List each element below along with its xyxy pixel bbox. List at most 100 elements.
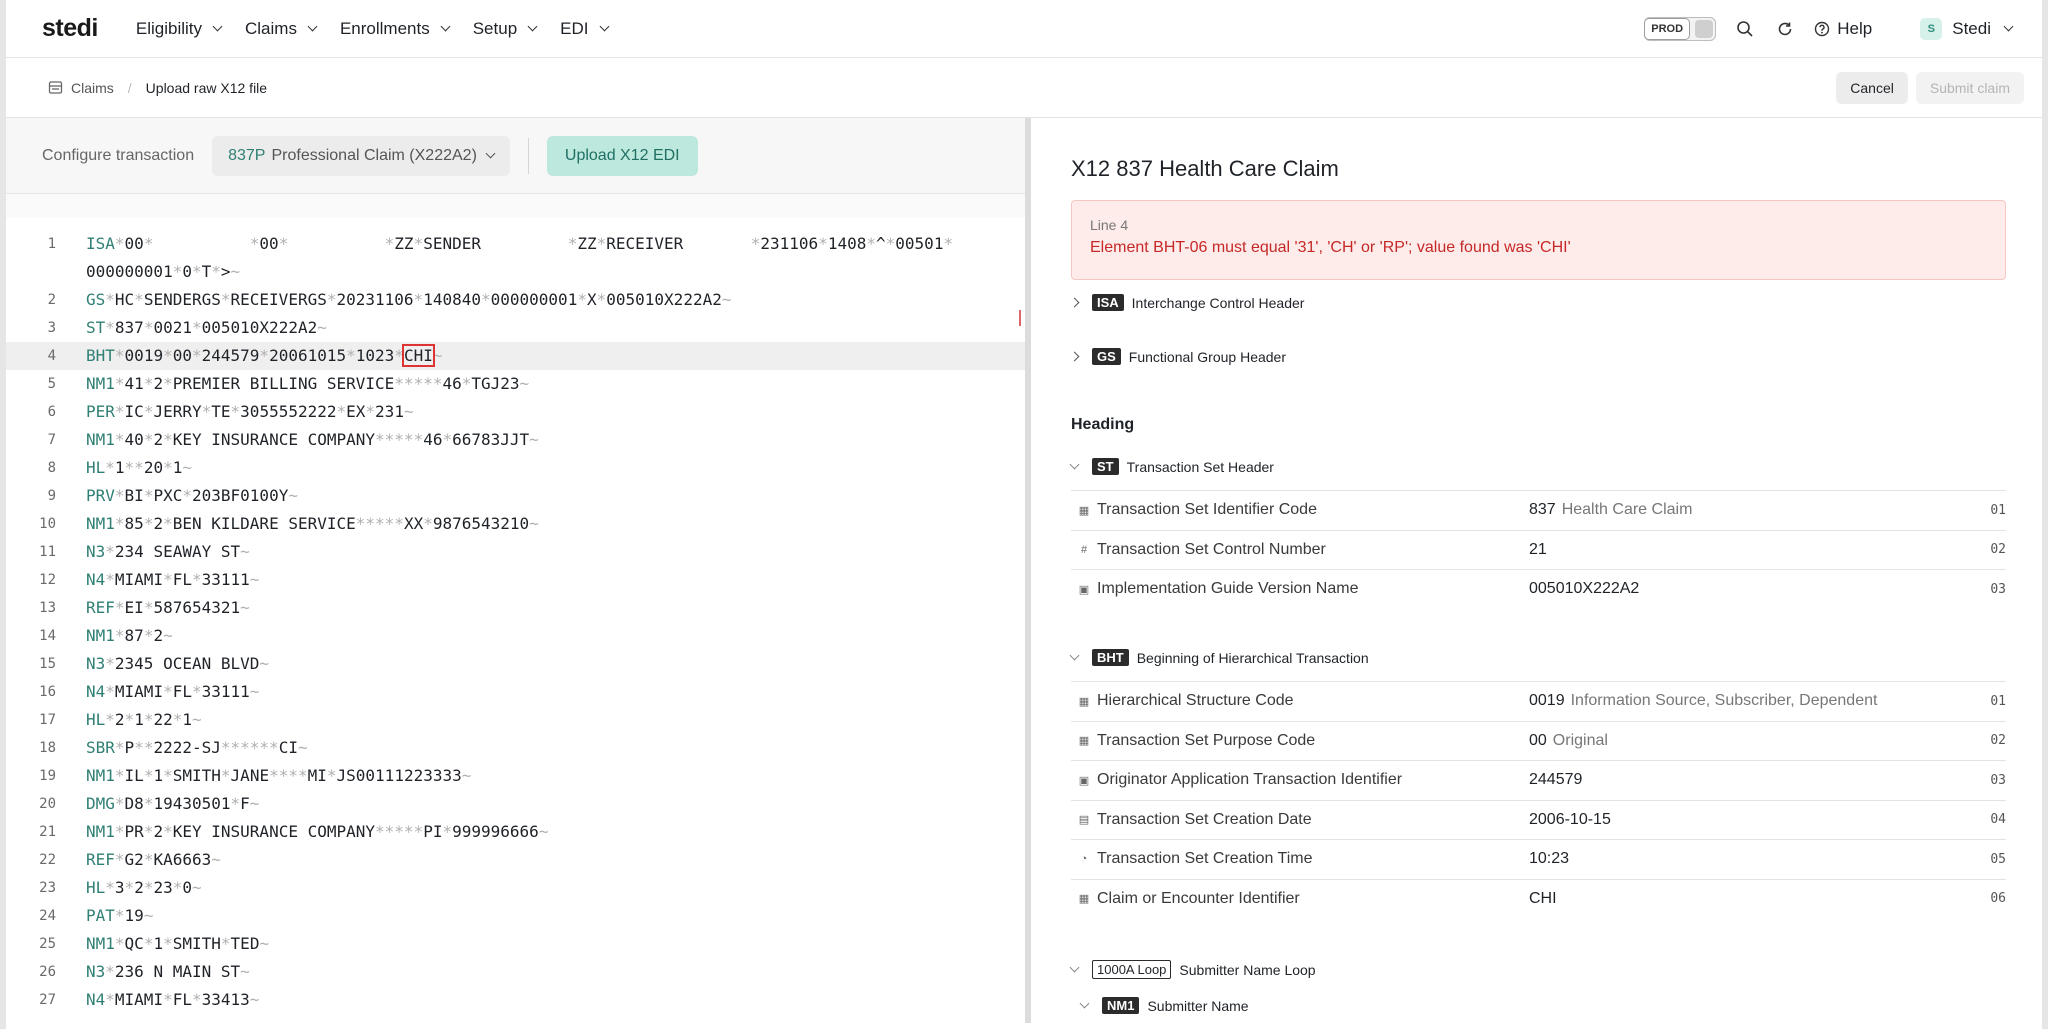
delimiter: * xyxy=(866,234,876,253)
element-row[interactable]: ▦ Claim or Encounter Identifier CHI 06 xyxy=(1071,878,2006,919)
line-number: 18 xyxy=(39,740,56,756)
nav-setup[interactable]: Setup xyxy=(473,19,538,39)
value-code: 005010X222A2 xyxy=(1529,580,1640,598)
segment-label: Transaction Set Header xyxy=(1126,458,1274,475)
segment-id: N4 xyxy=(86,682,106,701)
code-line[interactable]: 19 NM1*IL*1*SMITH*JANE****MI*JS0011122333… xyxy=(6,762,1025,790)
delimiter: * xyxy=(143,794,154,813)
transaction-type-select[interactable]: 837P Professional Claim (X222A2) xyxy=(212,135,510,176)
code-line[interactable]: 10 NM1*85*2*BEN KILDARE SERVICE*****XX*98… xyxy=(6,510,1025,538)
element-row[interactable]: ▦ Transaction Set Identifier Code 837 Healt… xyxy=(1071,490,2006,530)
code-line[interactable]: 21 NM1*PR*2*KEY INSURANCE COMPANY*****PI*… xyxy=(6,818,1025,846)
line-number: 19 xyxy=(39,768,56,784)
code-line[interactable]: 14 NM1*87*2~ xyxy=(6,622,1025,650)
element-value: 005010X222A2 xyxy=(1529,580,1645,598)
upload-x12-edi-button[interactable]: Upload X12 EDI xyxy=(546,135,698,176)
nav-edi[interactable]: EDI xyxy=(560,19,609,39)
help-button[interactable]: Help xyxy=(1814,19,1872,39)
segment-bht[interactable]: BHT Beginning of Hierarchical Transactio… xyxy=(1069,649,1369,666)
delimiter: * xyxy=(201,402,212,421)
nav-claims[interactable]: Claims xyxy=(245,19,318,39)
element-row[interactable]: ▦ Transaction Set Purpose Code 00 Original 0… xyxy=(1071,720,2006,761)
code-line[interactable]: 22 REF*G2*KA6663~ xyxy=(6,846,1025,874)
code-line[interactable]: 17 HL*2*1*22*1~ xyxy=(6,706,1025,734)
nav-enrollments[interactable]: Enrollments xyxy=(340,19,451,39)
line-number: 8 xyxy=(47,460,56,476)
code-line[interactable]: 12 N4*MIAMI*FL*33111~ xyxy=(6,566,1025,594)
grid-icon: ▦ xyxy=(1078,695,1090,708)
segment-id: REF xyxy=(86,598,115,617)
submit-claim-button[interactable]: Submit claim xyxy=(1915,71,2024,104)
element-name: Transaction Set Identifier Code xyxy=(1097,501,1317,519)
element-value: 00501 xyxy=(895,234,944,253)
element-value: 1 xyxy=(172,458,183,477)
code-line[interactable]: 2 GS*HC*SENDERGS*RECEIVERGS*20231106*1408… xyxy=(6,286,1025,314)
element-value: 19430501 xyxy=(153,794,231,813)
segment-text: PAT*19~ xyxy=(86,902,153,930)
refresh-icon[interactable] xyxy=(1774,18,1796,40)
code-line[interactable]: 1 ISA*00* *00* *ZZ*SENDER *ZZ*RECEIVER *2… xyxy=(6,230,1025,258)
breadcrumb-claims[interactable]: Claims xyxy=(71,80,114,96)
element-row[interactable]: # Transaction Set Control Number 21 02 xyxy=(1071,529,2006,570)
code-line[interactable]: 6 PER*IC*JERRY*TE*3055552222*EX*231~ xyxy=(6,398,1025,426)
code-line[interactable]: 16 N4*MIAMI*FL*33111~ xyxy=(6,678,1025,706)
code-line[interactable]: 3 ST*837*0021*005010X222A2~ xyxy=(6,314,1025,342)
segment-id: N3 xyxy=(86,962,106,981)
code-line[interactable]: 9 PRV*BI*PXC*203BF0100Y~ xyxy=(6,482,1025,510)
delimiter: * xyxy=(172,262,183,281)
nav-right: PROD Help S Stedi xyxy=(1644,16,2014,41)
prod-env-toggle[interactable]: PROD xyxy=(1644,16,1717,41)
code-line[interactable]: 11 N3*234 SEAWAY ST~ xyxy=(6,538,1025,566)
element-row[interactable]: ▣ Originator Application Transaction Iden… xyxy=(1071,760,2006,800)
delimiter: ~ xyxy=(529,430,539,449)
segment-id: PER xyxy=(86,402,115,421)
element-row[interactable]: ▦ Hierarchical Structure Code 0019 Informat… xyxy=(1071,681,2006,721)
search-icon[interactable] xyxy=(1734,18,1756,40)
element-row[interactable]: ◔ Transaction Set Creation Time 10:23 05 xyxy=(1071,839,2006,879)
delimiter: ~ xyxy=(461,766,472,785)
code-line[interactable]: 13 REF*EI*587654321~ xyxy=(6,594,1025,622)
line-number: 23 xyxy=(39,880,56,896)
code-line[interactable]: 8 HL*1**20*1~ xyxy=(6,454,1025,482)
delimiter: * xyxy=(567,234,578,253)
segment-nm1[interactable]: NM1 Submitter Name xyxy=(1079,997,1249,1014)
x12-code-editor[interactable]: 1 ISA*00* *00* *ZZ*SENDER *ZZ*RECEIVER *2… xyxy=(6,218,1025,1023)
code-line[interactable]: 20 DMG*D8*19430501*F~ xyxy=(6,790,1025,818)
element-row[interactable]: ▣ Implementation Guide Version Name 005010… xyxy=(1071,569,2006,609)
code-line[interactable]: 7 NM1*40*2*KEY INSURANCE COMPANY*****46*6… xyxy=(6,426,1025,454)
delimiter: ~ xyxy=(721,290,732,309)
line-number: 22 xyxy=(39,852,56,868)
code-line[interactable]: 27 N4*MIAMI*FL*33413~ xyxy=(6,986,1025,1014)
delimiter: ~ xyxy=(240,598,250,617)
code-line[interactable]: 26 N3*236 N MAIN ST~ xyxy=(6,958,1025,986)
code-line[interactable]: 18 SBR*P**2222-SJ******CI~ xyxy=(6,734,1025,762)
code-line[interactable]: 4 BHT*0019*00*244579*20061015*1023*CHI~ xyxy=(6,342,1025,370)
line-number: 13 xyxy=(39,600,56,616)
element-value: P xyxy=(124,738,135,757)
user-menu[interactable]: S Stedi xyxy=(1920,17,2014,40)
element-value: 2 xyxy=(153,822,164,841)
code-line[interactable]: 000000001*0*T*>~ xyxy=(6,258,1025,286)
delimiter: * xyxy=(220,766,231,785)
line-number: 3 xyxy=(47,320,56,336)
segment-isa[interactable]: ISA Interchange Control Header xyxy=(1069,294,1304,311)
element-row[interactable]: ▤ Transaction Set Creation Date 2006-10-15… xyxy=(1071,799,2006,840)
segment-text: DMG*D8*19430501*F~ xyxy=(86,790,259,818)
stedi-logo[interactable]: stedi xyxy=(42,14,98,43)
chevron-down-icon xyxy=(527,21,538,32)
delimiter: * xyxy=(818,234,828,253)
code-line[interactable]: 24 PAT*19~ xyxy=(6,902,1025,930)
loop-1000a[interactable]: 1000A Loop Submitter Name Loop xyxy=(1069,960,1316,979)
code-line[interactable]: 15 N3*2345 OCEAN BLVD~ xyxy=(6,650,1025,678)
segment-id: NM1 xyxy=(86,822,115,841)
element-value: 2 xyxy=(153,374,164,393)
cancel-button[interactable]: Cancel xyxy=(1836,71,1908,104)
delimiter: ~ xyxy=(249,682,260,701)
code-line[interactable]: 5 NM1*41*2*PREMIER BILLING SERVICE*****46… xyxy=(6,370,1025,398)
code-line[interactable]: 23 HL*3*2*23*0~ xyxy=(6,874,1025,902)
line-number: 20 xyxy=(39,796,56,812)
nav-eligibility[interactable]: Eligibility xyxy=(136,19,223,39)
code-line[interactable]: 25 NM1*QC*1*SMITH*TED~ xyxy=(6,930,1025,958)
segment-st[interactable]: ST Transaction Set Header xyxy=(1069,458,1274,475)
segment-gs[interactable]: GS Functional Group Header xyxy=(1069,348,1286,365)
